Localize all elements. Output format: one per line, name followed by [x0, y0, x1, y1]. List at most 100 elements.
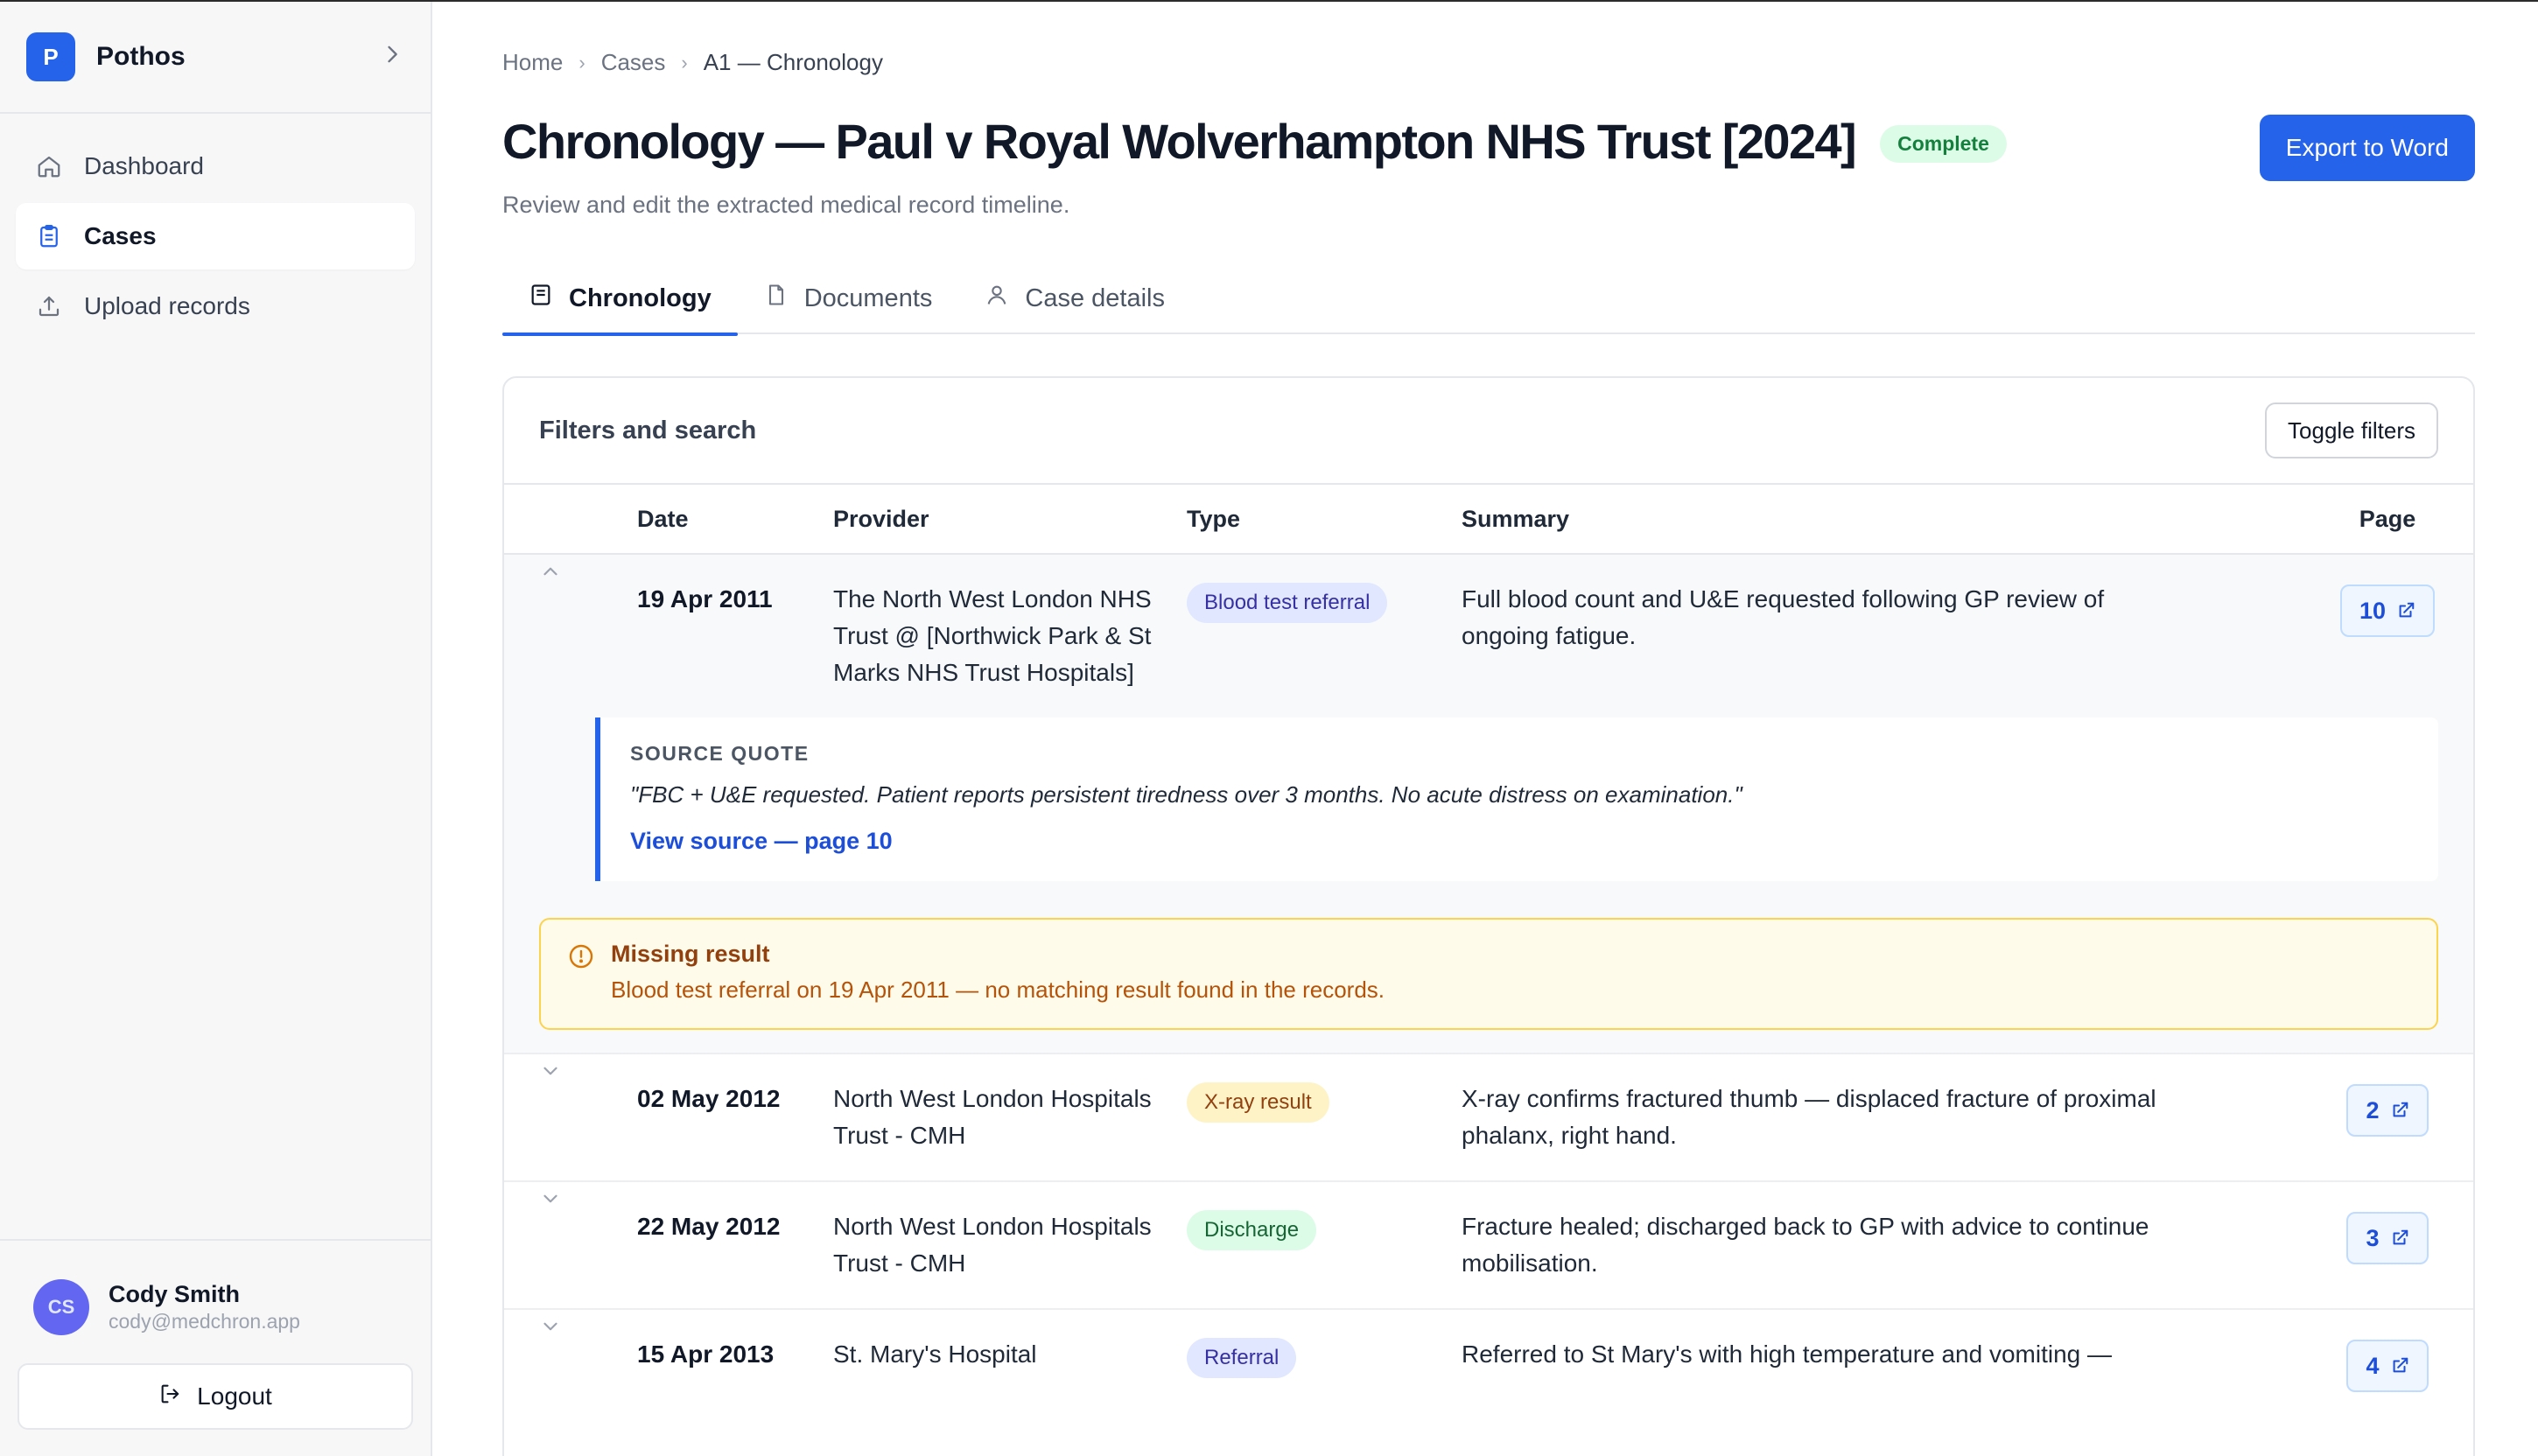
page-number: 3 — [2366, 1225, 2380, 1251]
tab-bar: Chronology Documents Case details — [502, 262, 2475, 336]
user-name: Cody Smith — [109, 1281, 241, 1307]
type-badge: Referral — [1187, 1338, 1297, 1378]
chevron-down-icon[interactable] — [504, 1182, 637, 1247]
logout-icon — [158, 1382, 197, 1412]
page-number: 2 — [2366, 1097, 2380, 1124]
export-to-word-button[interactable]: Export to Word — [2259, 115, 2475, 181]
home-icon — [35, 152, 63, 180]
brand-name: Pothos — [96, 42, 186, 71]
breadcrumb: Home › Cases › A1 — Chronology — [502, 49, 2475, 76]
row-date: 02 May 2012 — [637, 1085, 781, 1112]
row-type: Blood test referral — [1187, 555, 1462, 649]
type-badge: Discharge — [1187, 1210, 1317, 1250]
external-link-icon — [2393, 1102, 2408, 1117]
chevron-down-icon[interactable] — [504, 1310, 637, 1375]
source-quote-box: SOURCE QUOTE "FBC + U&E requested. Patie… — [595, 718, 2438, 881]
title-row: Chronology — Paul v Royal Wolverhampton … — [502, 115, 2475, 181]
page-link-button[interactable]: 2 — [2346, 1084, 2429, 1137]
sidebar-item-upload-records[interactable]: Upload records — [16, 273, 415, 340]
table-row[interactable]: 02 May 2012 North West London Hospitals … — [504, 1054, 2473, 1182]
tab-case-details[interactable]: Case details — [958, 262, 1191, 334]
tab-label: Chronology — [569, 284, 712, 312]
sidebar: P Pothos Dashboard Cases Upload records … — [0, 2, 432, 1456]
row-summary: Referred to St Mary's with high temperat… — [1462, 1340, 2112, 1368]
row-date: 19 Apr 2011 — [637, 585, 773, 612]
warning-text: Blood test referral on 19 Apr 2011 — no … — [611, 976, 1385, 1003]
source-quote-panel: SOURCE QUOTE "FBC + U&E requested. Patie… — [504, 718, 2473, 911]
sidebar-nav: Dashboard Cases Upload records — [0, 114, 431, 362]
row-page-cell: 3 — [2302, 1182, 2473, 1291]
user-email: cody@medchron.app — [109, 1310, 300, 1333]
warning-title: Missing result — [611, 941, 770, 967]
page-number: 4 — [2366, 1353, 2380, 1379]
row-date: 15 Apr 2013 — [637, 1340, 775, 1368]
status-badge: Complete — [1880, 125, 2007, 163]
source-quote-label: SOURCE QUOTE — [630, 742, 810, 765]
logout-button[interactable]: Logout — [18, 1363, 413, 1430]
document-icon — [764, 283, 804, 314]
row-page-cell: 2 — [2302, 1054, 2473, 1163]
header-date[interactable]: Date — [637, 506, 833, 533]
chevron-right-icon: › — [578, 51, 585, 74]
breadcrumb-cases[interactable]: Cases — [601, 49, 666, 76]
sidebar-item-label: Upload records — [84, 292, 250, 319]
source-quote-text: "FBC + U&E requested. Patient reports pe… — [630, 781, 1742, 808]
row-provider: St. Mary's Hospital — [833, 1340, 1037, 1368]
app-root: P Pothos Dashboard Cases Upload records … — [0, 0, 2538, 1456]
alert-circle-icon — [567, 942, 595, 1004]
tab-label: Documents — [803, 284, 933, 312]
filters-header: Filters and search Toggle filters — [504, 378, 2473, 485]
page-link-button[interactable]: 4 — [2346, 1340, 2429, 1392]
sidebar-item-dashboard[interactable]: Dashboard — [16, 133, 415, 200]
row-provider: North West London Hospitals Trust - CMH — [833, 1085, 1152, 1149]
main-content: Home › Cases › A1 — Chronology Chronolog… — [432, 2, 2538, 1456]
header-provider[interactable]: Provider — [833, 506, 1187, 533]
page-link-button[interactable]: 10 — [2339, 584, 2436, 637]
tab-documents[interactable]: Documents — [738, 262, 959, 334]
row-page-cell: 10 — [2302, 555, 2473, 663]
view-source-link[interactable]: View source — page 10 — [630, 828, 2408, 855]
table-row[interactable]: 19 Apr 2011 The North West London NHS Tr… — [504, 555, 2473, 718]
row-page-cell: 4 — [2302, 1310, 2473, 1418]
table-row[interactable]: 15 Apr 2013 St. Mary's Hospital Referral… — [504, 1310, 2473, 1418]
brand-header: P Pothos — [0, 2, 431, 114]
chevron-up-icon[interactable] — [504, 555, 637, 620]
sidebar-item-label: Dashboard — [84, 152, 204, 179]
row-type: X-ray result — [1187, 1054, 1462, 1149]
type-badge: Blood test referral — [1187, 583, 1388, 623]
toggle-filters-button[interactable]: Toggle filters — [2265, 402, 2438, 458]
external-link-icon — [2393, 1229, 2408, 1245]
table-header: Date Provider Type Summary Page — [504, 485, 2473, 555]
breadcrumb-current: A1 — Chronology — [703, 49, 883, 75]
collapse-sidebar-icon[interactable] — [380, 42, 404, 72]
row-provider: The North West London NHS Trust @ [North… — [833, 585, 1152, 686]
missing-result-alert: Missing result Blood test referral on 19… — [539, 918, 2438, 1030]
page-number: 10 — [2359, 598, 2387, 624]
filters-title: Filters and search — [539, 416, 757, 444]
row-date: 22 May 2012 — [637, 1213, 781, 1240]
user-text: Cody Smith cody@medchron.app — [109, 1281, 300, 1334]
page-link-button[interactable]: 3 — [2346, 1212, 2429, 1264]
row-type: Discharge — [1187, 1182, 1462, 1277]
tab-label: Case details — [1025, 284, 1165, 312]
external-link-icon — [2393, 1357, 2408, 1373]
row-type: Referral — [1187, 1310, 1462, 1404]
row-summary: Fracture healed; discharged back to GP w… — [1462, 1213, 2149, 1277]
user-icon — [985, 283, 1025, 314]
type-badge: X-ray result — [1187, 1082, 1329, 1123]
breadcrumb-home[interactable]: Home — [502, 49, 563, 76]
list-icon — [529, 283, 569, 314]
user-panel: CS Cody Smith cody@medchron.app Logout — [0, 1239, 431, 1456]
sidebar-item-cases[interactable]: Cases — [16, 203, 415, 270]
page-title: Chronology — Paul v Royal Wolverhampton … — [502, 114, 1857, 169]
header-type[interactable]: Type — [1187, 506, 1462, 533]
chevron-down-icon[interactable] — [504, 1054, 637, 1119]
table-row[interactable]: 22 May 2012 North West London Hospitals … — [504, 1182, 2473, 1310]
external-link-icon — [2399, 602, 2415, 618]
row-summary: X-ray confirms fractured thumb — displac… — [1462, 1085, 2156, 1149]
brand-logo: P — [26, 32, 75, 81]
row-provider: North West London Hospitals Trust - CMH — [833, 1213, 1152, 1277]
row-summary: Full blood count and U&E requested follo… — [1462, 585, 2105, 649]
tab-chronology[interactable]: Chronology — [502, 262, 738, 336]
user-profile[interactable]: CS Cody Smith cody@medchron.app — [18, 1279, 413, 1335]
